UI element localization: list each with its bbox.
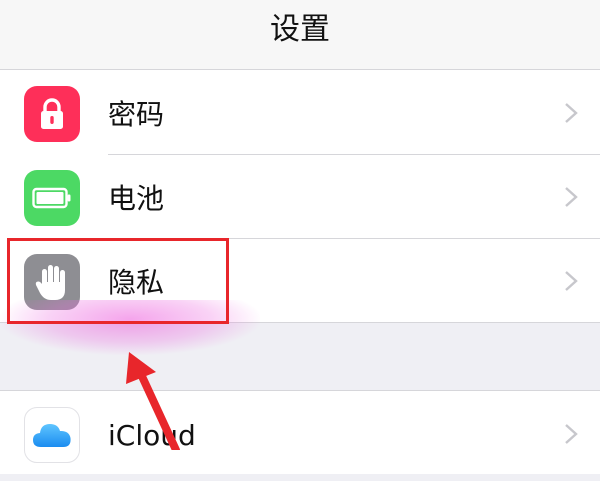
lock-icon	[24, 86, 80, 142]
battery-icon	[24, 170, 80, 226]
settings-item-battery[interactable]: 电池	[0, 154, 600, 238]
chevron-right-icon	[565, 271, 578, 291]
icloud-icon	[24, 407, 80, 463]
page-title: 设置	[270, 12, 330, 47]
settings-item-label: 密码	[108, 98, 165, 131]
chevron-right-icon	[565, 103, 578, 123]
settings-item-label: 电池	[108, 182, 165, 215]
chevron-right-icon	[565, 424, 578, 444]
chevron-right-icon	[565, 187, 578, 207]
highlight-box	[7, 238, 229, 324]
navigation-bar: 设置	[0, 0, 600, 70]
settings-item-passcode[interactable]: 密码	[0, 70, 600, 154]
settings-item-icloud[interactable]: iCloud	[0, 390, 600, 474]
settings-item-label: iCloud	[108, 419, 196, 452]
